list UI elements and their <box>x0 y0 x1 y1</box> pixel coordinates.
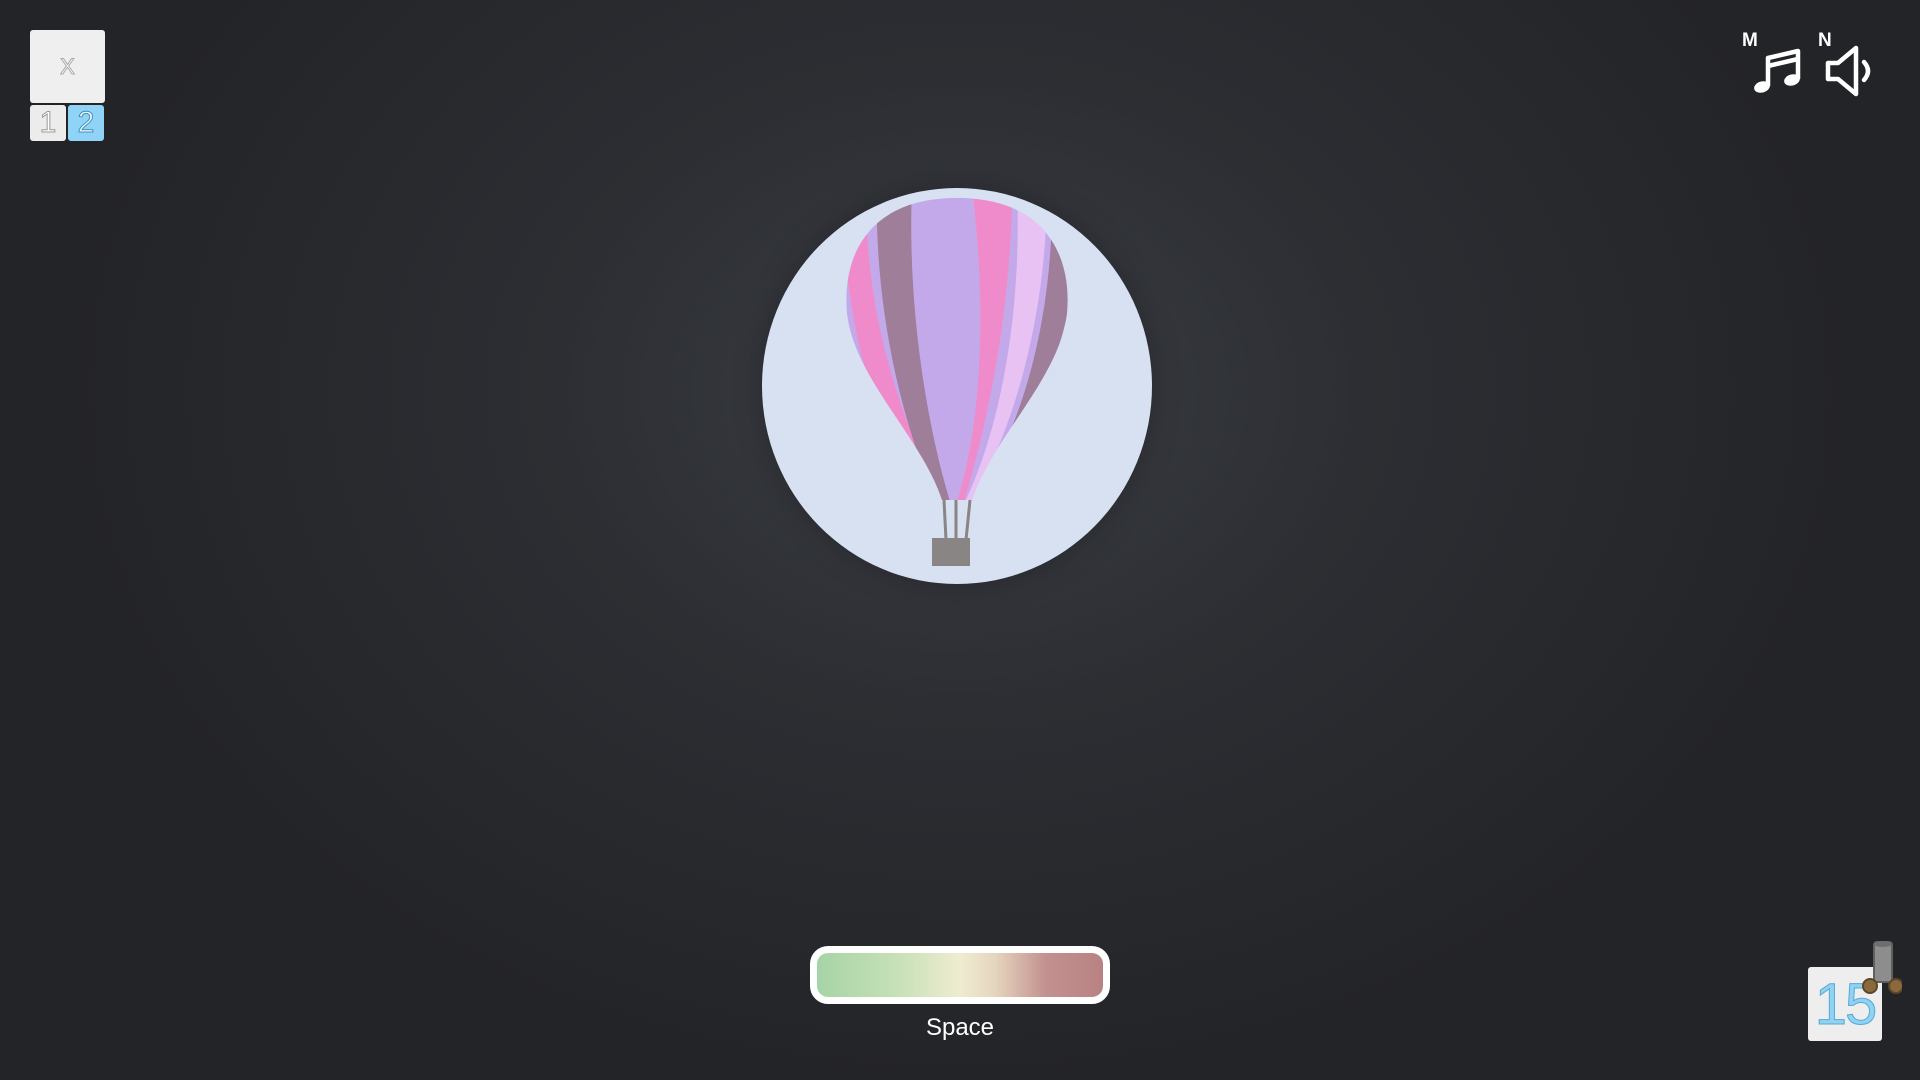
space-key-label: Space <box>925 1014 995 1041</box>
level-menu: X 1 2 <box>30 30 105 141</box>
level-selector: 1 2 <box>30 105 105 141</box>
music-toggle-button[interactable]: M <box>1742 28 1804 98</box>
balloon-disc <box>762 188 1152 584</box>
close-button[interactable]: X <box>30 30 105 103</box>
level-2-button[interactable]: 2 <box>68 105 104 141</box>
power-meter-gradient <box>817 953 1103 997</box>
audio-controls: M N <box>1742 28 1880 98</box>
sound-toggle-button[interactable]: N <box>1818 28 1880 98</box>
cannon-icon <box>1862 941 1902 994</box>
speaker-icon <box>1825 45 1871 97</box>
level-1-button[interactable]: 1 <box>30 105 66 141</box>
music-note-icon <box>1754 48 1801 93</box>
hot-air-balloon-icon <box>846 198 1068 566</box>
power-meter[interactable] <box>810 946 1110 1004</box>
